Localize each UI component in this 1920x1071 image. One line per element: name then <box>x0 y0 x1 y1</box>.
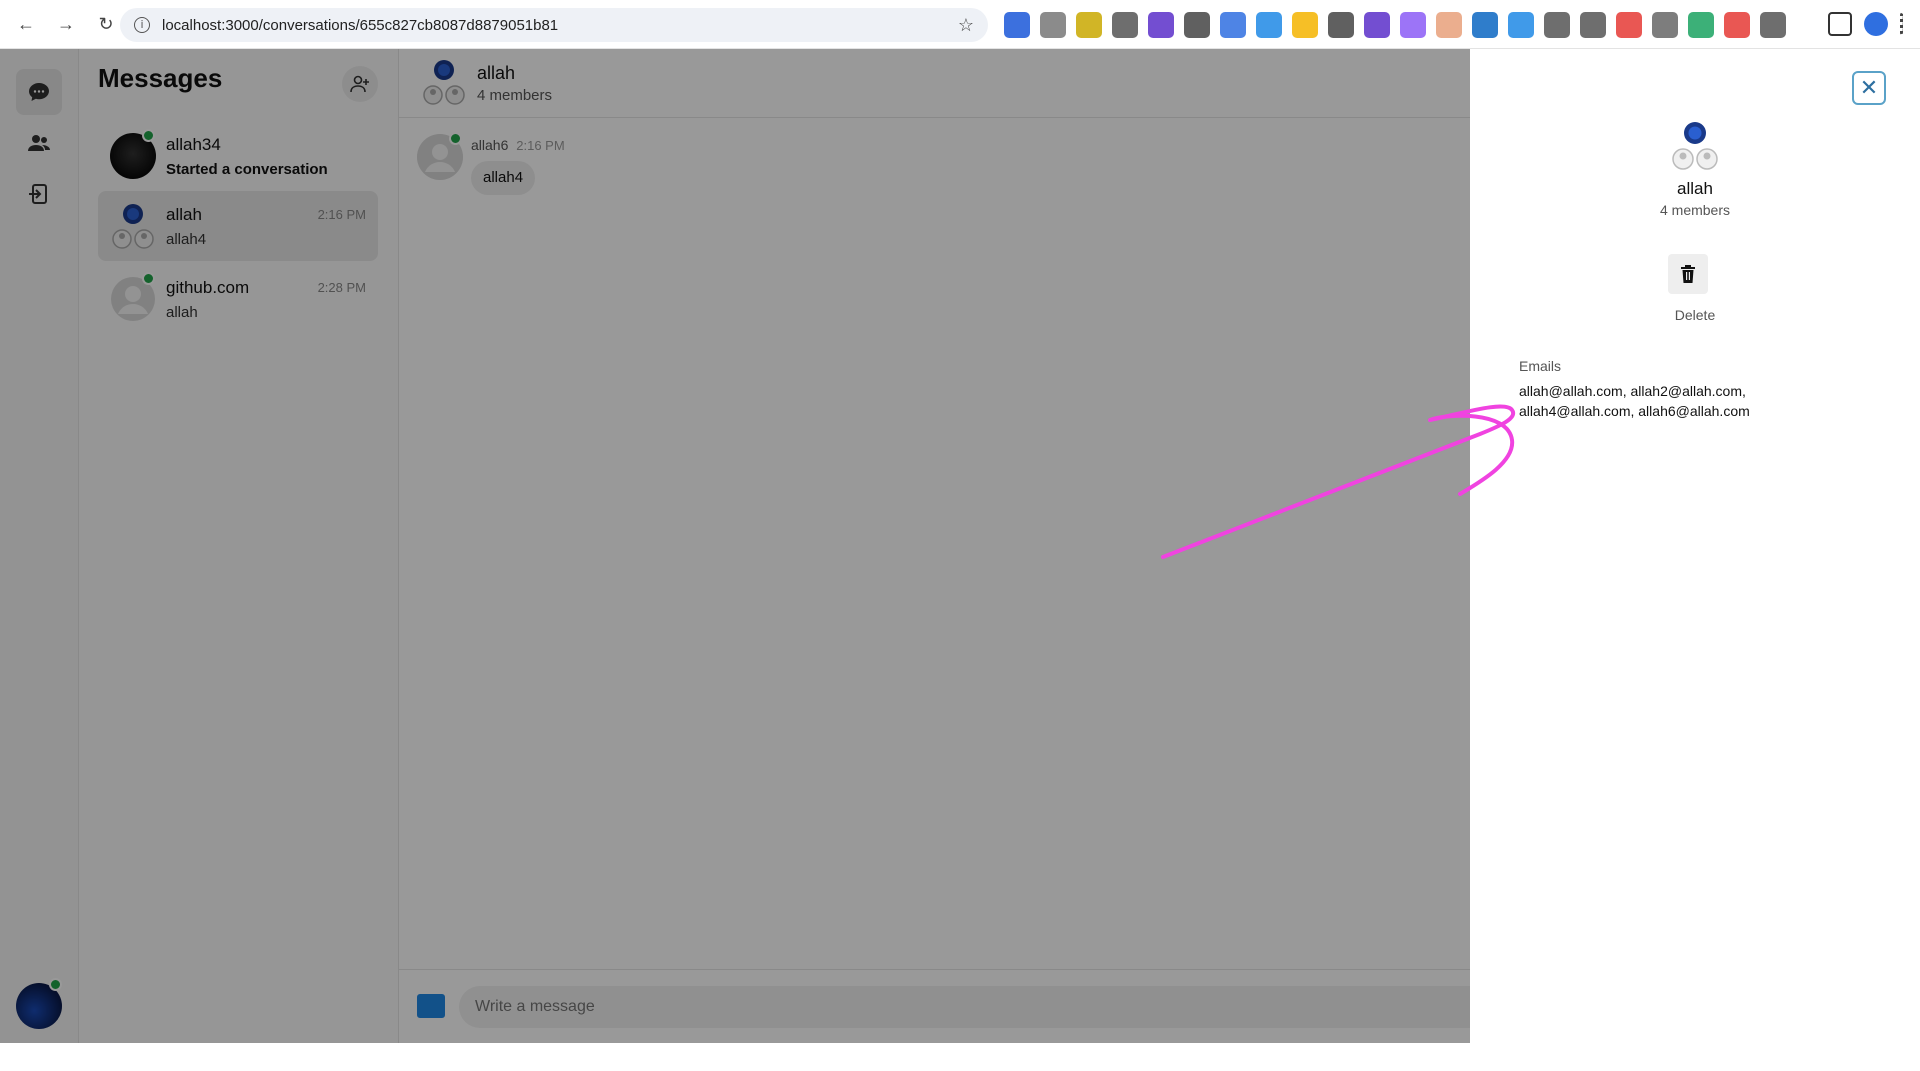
extension-icon[interactable] <box>1184 12 1210 38</box>
more-menu-icon[interactable] <box>1900 12 1906 36</box>
group-member-count: 4 members <box>1659 202 1731 218</box>
extensions-bar <box>1004 12 1786 38</box>
extension-icon[interactable] <box>1220 12 1246 38</box>
side-panel-icon[interactable] <box>1828 12 1852 36</box>
window-bottom <box>0 1043 1920 1071</box>
extension-icon[interactable] <box>1616 12 1642 38</box>
browser-right-tools <box>1828 12 1906 36</box>
group-name: allah <box>1677 179 1713 198</box>
close-button[interactable]: ✕ <box>1852 71 1886 105</box>
emails-label: Emails <box>1519 358 1562 374</box>
extension-icon[interactable] <box>1328 12 1354 38</box>
emails-line: allah4@allah.com, allah6@allah.com <box>1519 403 1750 419</box>
reload-icon[interactable]: ↻ <box>88 6 124 42</box>
extension-icon[interactable] <box>1040 12 1066 38</box>
extension-icon[interactable] <box>1076 12 1102 38</box>
extension-icon[interactable] <box>1508 12 1534 38</box>
address-bar[interactable]: i localhost:3000/conversations/655c827cb… <box>120 8 988 42</box>
extension-icon[interactable] <box>1004 12 1030 38</box>
extension-icon[interactable] <box>1760 12 1786 38</box>
url-text: localhost:3000/conversations/655c827cb80… <box>162 16 559 34</box>
extension-icon[interactable] <box>1364 12 1390 38</box>
extension-icon[interactable] <box>1436 12 1462 38</box>
extension-icon[interactable] <box>1688 12 1714 38</box>
delete-button[interactable] <box>1668 254 1708 294</box>
site-info-icon[interactable]: i <box>134 17 150 33</box>
forward-arrow-icon[interactable]: → <box>48 6 84 42</box>
extension-icon[interactable] <box>1472 12 1498 38</box>
extension-icon[interactable] <box>1292 12 1318 38</box>
emails-line: allah@allah.com, allah2@allah.com, <box>1519 383 1746 399</box>
extension-icon[interactable] <box>1544 12 1570 38</box>
extension-icon[interactable] <box>1256 12 1282 38</box>
extension-icon[interactable] <box>1580 12 1606 38</box>
trash-icon <box>1681 265 1695 283</box>
profile-icon[interactable] <box>1864 12 1888 36</box>
extension-icon[interactable] <box>1652 12 1678 38</box>
conversation-details-panel: ✕ allah 4 members Delete Emails allah@al… <box>1470 49 1920 1043</box>
extension-icon[interactable] <box>1148 12 1174 38</box>
star-icon[interactable]: ☆ <box>958 15 974 36</box>
emails-value: allah@allah.com, allah2@allah.com, allah… <box>1519 381 1779 421</box>
delete-label: Delete <box>1674 307 1716 323</box>
extension-icon[interactable] <box>1400 12 1426 38</box>
extension-icon[interactable] <box>1112 12 1138 38</box>
back-arrow-icon[interactable]: ← <box>8 6 44 42</box>
extension-icon[interactable] <box>1724 12 1750 38</box>
modal-backdrop[interactable] <box>0 49 1470 1043</box>
group-avatar <box>1664 121 1726 171</box>
